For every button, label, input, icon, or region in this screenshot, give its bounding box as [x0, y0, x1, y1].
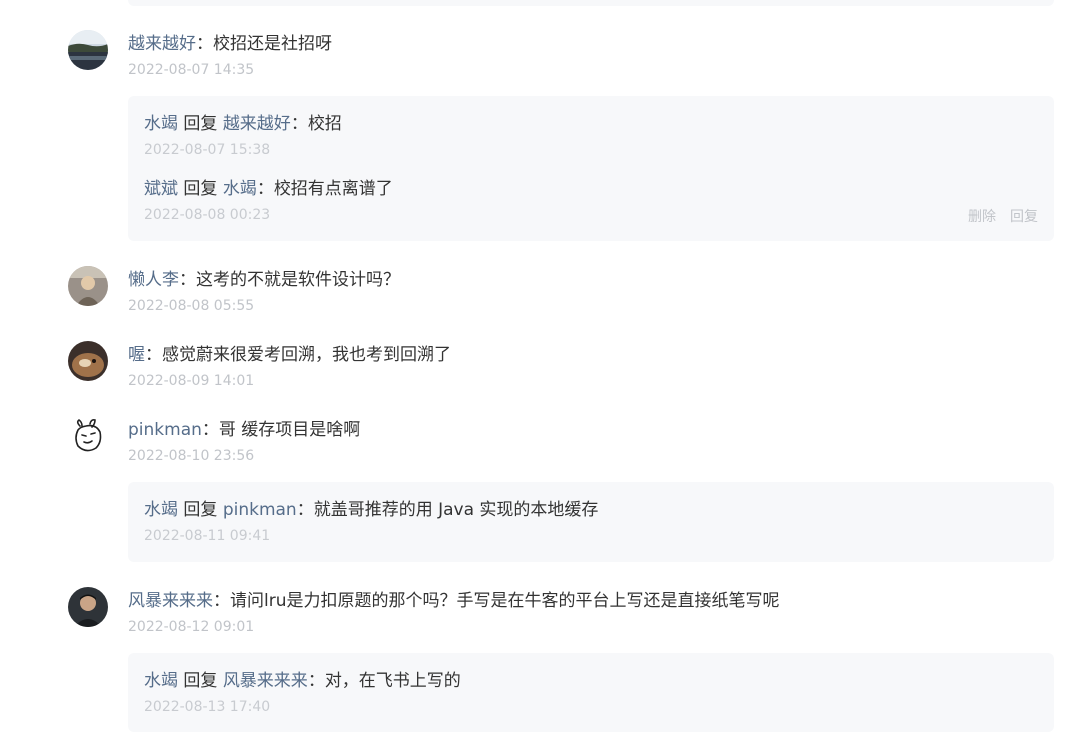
avatar[interactable] [68, 266, 108, 306]
reply-time: 2022-08-13 17:40 [144, 699, 271, 715]
reply-text: 就盖哥推荐的用 Java 实现的本地缓存 [313, 500, 599, 520]
comment-text: 请问lru是力扣原题的那个吗？手写是在牛客的平台上写还是直接纸笔写呢 [230, 591, 780, 611]
previous-reply-box [128, 0, 1054, 6]
comment-author[interactable]: 喔 [128, 345, 145, 365]
reply-list: 水竭 回复 风暴来来来：对，在飞书上写的 2022-08-13 17:40 [128, 653, 1054, 732]
reply-target[interactable]: 风暴来来来 [223, 671, 308, 691]
reply-button[interactable]: 回复 [1010, 209, 1038, 225]
comment-time: 2022-08-10 23:56 [128, 448, 255, 464]
reply-text: 对，在飞书上写的 [324, 671, 461, 691]
delete-button[interactable]: 删除 [968, 209, 996, 225]
comment-time: 2022-08-12 09:01 [128, 619, 255, 635]
reply-time: 2022-08-08 00:23 [144, 207, 271, 223]
comment-author[interactable]: 风暴来来来 [128, 591, 213, 611]
comment-text: 哥 缓存项目是啥啊 [218, 420, 361, 440]
reply-time: 2022-08-11 09:41 [144, 528, 271, 544]
avatar[interactable] [68, 341, 108, 381]
reply-target[interactable]: 水竭 [223, 179, 257, 199]
comment-time: 2022-08-09 14:01 [128, 373, 255, 389]
comment-author[interactable]: pinkman [128, 420, 202, 440]
reply-time: 2022-08-07 15:38 [144, 142, 271, 158]
reply-text: 校招有点离谱了 [273, 179, 393, 199]
reply-author[interactable]: 水竭 [144, 500, 178, 520]
comment-time: 2022-08-07 14:35 [128, 62, 255, 78]
comment-text: 这考的不就是软件设计吗？ [196, 270, 400, 290]
comment-text: 校招还是社招呀 [213, 34, 332, 54]
reply-target[interactable]: 越来越好 [223, 114, 291, 134]
reply-author[interactable]: 水竭 [144, 671, 178, 691]
comment-text: 感觉蔚来很爱考回溯，我也考到回溯了 [162, 345, 451, 365]
comment-author[interactable]: 越来越好 [128, 34, 196, 54]
reply-author[interactable]: 水竭 [144, 114, 178, 134]
reply-target[interactable]: pinkman [223, 500, 297, 520]
comment-author[interactable]: 懒人李 [128, 270, 179, 290]
avatar[interactable] [68, 416, 108, 456]
avatar[interactable] [68, 30, 108, 70]
avatar[interactable] [68, 587, 108, 627]
reply-list: 水竭 回复 pinkman：就盖哥推荐的用 Java 实现的本地缓存 2022-… [128, 482, 1054, 562]
reply-author[interactable]: 斌斌 [144, 179, 178, 199]
reply-list: 水竭 回复 越来越好：校招 2022-08-07 15:38 斌斌 回复 水竭：… [128, 96, 1054, 241]
reply-text: 校招 [307, 114, 342, 134]
comment-time: 2022-08-08 05:55 [128, 298, 255, 314]
